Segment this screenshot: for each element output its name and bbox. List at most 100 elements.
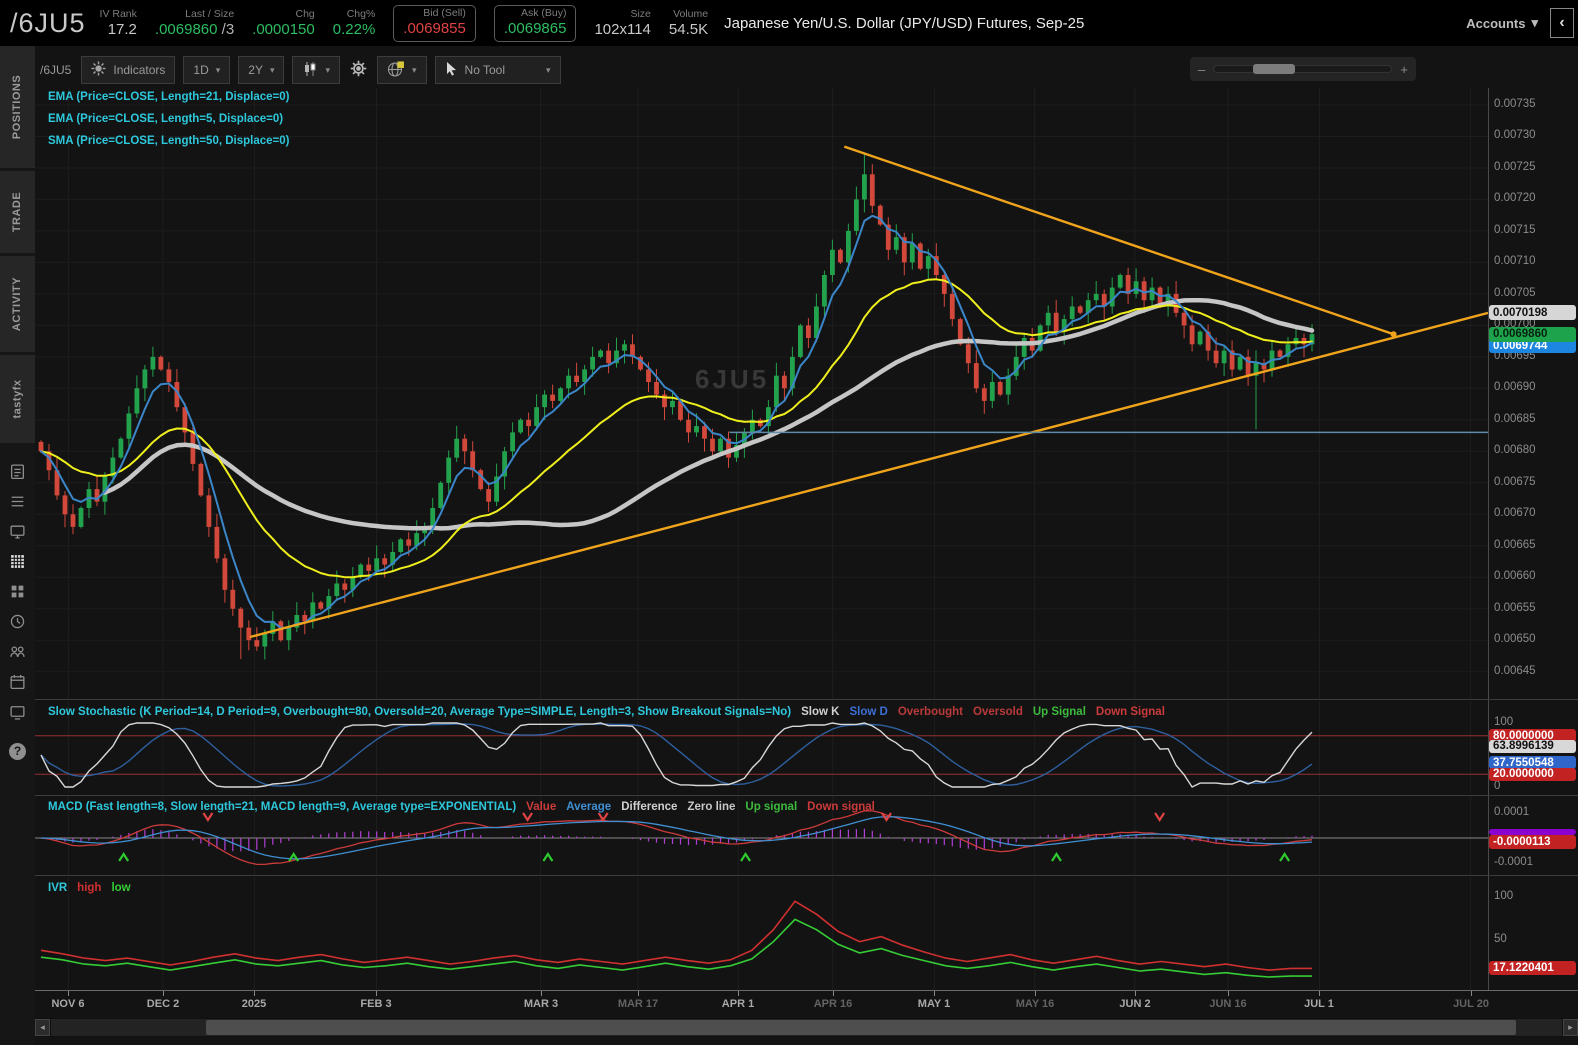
screenshare-icon[interactable] xyxy=(0,697,35,725)
help-icon[interactable]: ? xyxy=(0,737,35,765)
field-value: 17.2 xyxy=(107,20,137,38)
chg--field: Chg% 0.22% xyxy=(333,8,376,39)
trendline-handle xyxy=(1390,331,1397,338)
time-tick-label: MAR 17 xyxy=(617,998,659,1010)
legend-item: Down Signal xyxy=(1095,706,1165,718)
field-suffix: /3 xyxy=(217,20,235,38)
symbol-label: /6JU5 xyxy=(10,7,86,38)
sidebar-tab-tastyfx[interactable]: tastyfx xyxy=(0,355,35,443)
indicators-burst-icon xyxy=(91,61,106,79)
field-value: .0000150 xyxy=(252,20,315,38)
monitor-icon[interactable] xyxy=(0,517,35,545)
sidebar-tab-activity[interactable]: ACTIVITY xyxy=(0,256,35,352)
field-label: Volume xyxy=(673,7,709,20)
price-tick-label: 0.00645 xyxy=(1494,664,1536,677)
chart-scrollbar[interactable]: ◂ ▸ xyxy=(35,1018,1578,1037)
legend-item: Oversold xyxy=(973,706,1023,718)
down-signal-arrow xyxy=(202,812,214,823)
time-tick-label: DEC 2 xyxy=(146,998,180,1010)
up-signal-arrow xyxy=(118,851,130,862)
sidebar-tab-label: POSITIONS xyxy=(11,74,24,140)
ask-buy--field[interactable]: Ask (Buy) .0069865 xyxy=(493,4,577,42)
macd-study-label[interactable]: MACD (Fast length=8, Slow length=21, MAC… xyxy=(48,801,516,813)
legend-item: Down signal xyxy=(807,801,875,813)
sidebar-tab-positions[interactable]: POSITIONS xyxy=(0,46,35,168)
stochastic-study-label[interactable]: Slow Stochastic (K Period=14, D Period=9… xyxy=(48,706,791,718)
ivr-pane[interactable] xyxy=(35,877,1488,990)
overlay-ema21 xyxy=(40,278,1313,579)
accounts-menu[interactable]: Accounts ▾ xyxy=(1466,15,1538,31)
field-value: .0069865 xyxy=(503,19,567,37)
slow-k-line xyxy=(40,722,1313,788)
sidebar-tab-trade[interactable]: TRADE xyxy=(0,171,35,253)
field-label: IV Rank xyxy=(99,7,137,20)
time-tick xyxy=(68,991,69,996)
chart-type-dropdown[interactable]: ▾ xyxy=(292,56,341,84)
indicators-button[interactable]: Indicators xyxy=(81,56,176,84)
chart-region: /6JU5 Indicators 1D ▾ 2Y ▾ ▾ ▾ No Tool ▾… xyxy=(35,46,1578,1045)
zoom-slider-track[interactable] xyxy=(1213,64,1393,74)
apps-grid-icon xyxy=(11,585,24,597)
price-tick-label: 0.00685 xyxy=(1494,412,1536,425)
drawing-tool-dropdown[interactable]: No Tool ▾ xyxy=(434,56,561,84)
candlestick-chart-icon xyxy=(302,61,318,80)
macd-value-badge: -0.0000113 xyxy=(1489,835,1576,849)
ivr-low-line xyxy=(40,918,1312,978)
apps-grid-icon[interactable] xyxy=(0,577,35,605)
ivr-value-badge: 17.1220401 xyxy=(1489,961,1576,976)
zoom-out-icon[interactable]: – xyxy=(1198,62,1205,77)
price-tick-label: 0.00715 xyxy=(1494,223,1536,236)
timeframe-dropdown[interactable]: 1D ▾ xyxy=(183,56,231,84)
legend-item: Average xyxy=(566,801,612,813)
range-value: 2Y xyxy=(248,63,263,77)
sidebar-tabs: POSITIONS TRADE ACTIVITY tastyfx xyxy=(0,46,35,443)
time-tick xyxy=(1471,991,1472,996)
tool-value: No Tool xyxy=(464,63,506,77)
header: /6JU5 IV Rank 17.2 Last / Size .0069860 /3 C… xyxy=(0,0,1578,46)
candles xyxy=(38,152,1315,660)
ivr-legend: IVR high low xyxy=(48,882,131,894)
field-label: Chg xyxy=(295,7,315,20)
watchlist-icon[interactable] xyxy=(0,487,35,515)
chevron-down-icon: ▾ xyxy=(215,64,221,75)
legend-item: Overbought xyxy=(897,706,963,718)
chart-icon[interactable] xyxy=(0,547,35,575)
scroll-left-button[interactable]: ◂ xyxy=(35,1019,50,1036)
legend-item: low xyxy=(111,882,131,894)
trendline-1[interactable] xyxy=(249,311,1488,639)
ivr-study-label[interactable]: IVR xyxy=(48,882,67,894)
time-tick xyxy=(833,991,834,996)
study-label-2[interactable]: SMA (Price=CLOSE, Length=50, Displace=0) xyxy=(48,130,289,152)
trendline-0[interactable] xyxy=(843,145,1394,336)
legend-item: Value xyxy=(526,801,557,813)
zoom-in-icon[interactable]: + xyxy=(1400,62,1408,77)
scrollbar-thumb[interactable] xyxy=(206,1020,1516,1035)
sidebar-tab-label: tastyfx xyxy=(11,379,24,419)
community-icon[interactable] xyxy=(0,637,35,665)
price-chart[interactable]: 6JU5 xyxy=(35,88,1488,700)
study-label-1[interactable]: EMA (Price=CLOSE, Length=5, Displace=0) xyxy=(48,108,289,130)
scrollbar-track[interactable] xyxy=(51,1019,1562,1036)
zoom-slider-thumb[interactable] xyxy=(1253,64,1296,74)
pane-separator xyxy=(35,699,1578,700)
compare-symbol-dropdown[interactable]: ▾ xyxy=(377,56,427,84)
history-icon[interactable] xyxy=(0,607,35,635)
study-label-0[interactable]: EMA (Price=CLOSE, Length=21, Displace=0) xyxy=(48,86,289,108)
down-signal-arrow xyxy=(1154,812,1166,823)
scroll-right-button[interactable]: ▸ xyxy=(1563,1019,1578,1036)
indicators-label: Indicators xyxy=(113,63,166,77)
time-tick xyxy=(376,991,377,996)
instrument-title: Japanese Yen/U.S. Dollar (JPY/USD) Futur… xyxy=(724,14,1085,32)
chart-settings-button[interactable] xyxy=(348,56,369,84)
watermark: 6JU5 xyxy=(695,364,769,394)
zoom-slider[interactable]: – + xyxy=(1190,57,1416,81)
trading-platform: /6JU5 IV Rank 17.2 Last / Size .0069860 /3 C… xyxy=(0,0,1578,1045)
collapse-panel-button[interactable]: ‹ xyxy=(1550,8,1574,38)
range-dropdown[interactable]: 2Y ▾ xyxy=(238,56,285,84)
bid-sell--field[interactable]: Bid (Sell) .0069855 xyxy=(393,4,476,42)
chevron-down-icon: ▾ xyxy=(1531,15,1538,30)
time-tick-label: MAR 3 xyxy=(523,998,559,1010)
journal-icon[interactable] xyxy=(0,457,35,485)
legend-item: Difference xyxy=(621,801,678,813)
calendar-icon[interactable] xyxy=(0,667,35,695)
